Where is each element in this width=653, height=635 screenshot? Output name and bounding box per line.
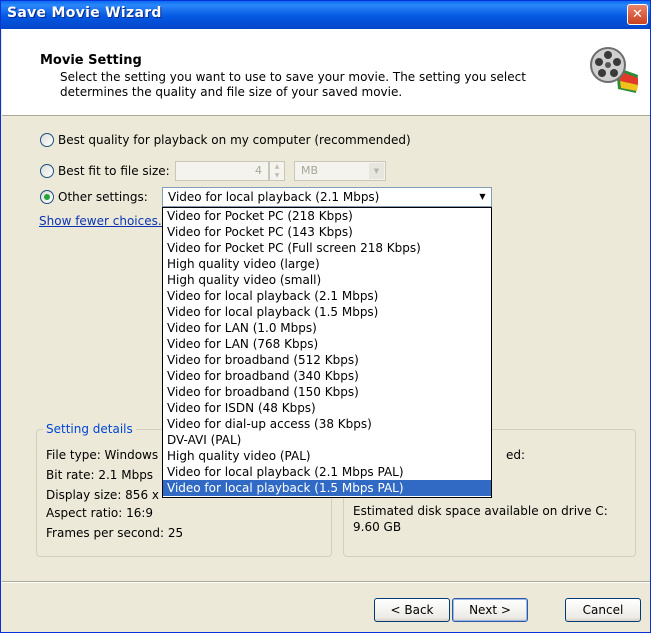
footer-divider (2, 581, 650, 583)
best-quality-label: Best quality for playback on my computer… (58, 133, 411, 147)
show-fewer-choices-link[interactable]: Show fewer choices... (39, 214, 169, 228)
dropdown-option[interactable]: Video for local playback (1.5 Mbps) (163, 304, 491, 320)
page-title: Movie Setting (40, 53, 142, 68)
file-size-unit-value: MB (301, 164, 319, 177)
spin-up-icon[interactable]: ▲ (270, 162, 284, 171)
dropdown-option[interactable]: Video for local playback (2.1 Mbps PAL) (163, 464, 491, 480)
chevron-down-icon[interactable]: ▼ (475, 189, 490, 205)
dropdown-option[interactable]: Video for ISDN (48 Kbps) (163, 400, 491, 416)
chevron-down-icon[interactable]: ▼ (369, 163, 384, 179)
dropdown-option[interactable]: High quality video (large) (163, 256, 491, 272)
dropdown-option[interactable]: Video for Pocket PC (Full screen 218 Kbp… (163, 240, 491, 256)
wizard-header: Movie Setting Select the setting you wan… (2, 29, 650, 116)
spin-down-icon[interactable]: ▼ (270, 171, 284, 180)
file-size-partial-label: ed: (506, 448, 526, 462)
aspect-ratio-text: Aspect ratio: 16:9 (46, 506, 154, 520)
film-reel-icon (590, 47, 638, 93)
dropdown-option[interactable]: Video for LAN (768 Kbps) (163, 336, 491, 352)
dropdown-items: Video for Pocket PC (218 Kbps) Video for … (163, 208, 491, 496)
other-settings-label: Other settings: (58, 190, 148, 204)
window-title: Save Movie Wizard (7, 5, 162, 21)
cancel-button[interactable]: Cancel (565, 598, 641, 622)
next-button[interactable]: Next > (452, 598, 528, 622)
file-size-spinner[interactable]: ▲ ▼ (269, 161, 285, 181)
dropdown-option[interactable]: Video for local playback (1.5 Mbps PAL) (163, 480, 491, 496)
page-description: Select the setting you want to use to sa… (60, 70, 526, 99)
close-button[interactable]: ✕ (627, 4, 648, 25)
dropdown-option[interactable]: Video for dial-up access (38 Kbps) (163, 416, 491, 432)
frames-per-second-text: Frames per second: 25 (46, 526, 184, 540)
file-type-text: File type: Windows (46, 448, 159, 462)
save-movie-wizard-window: Save Movie Wizard ✕ Movie Setting Select… (0, 0, 651, 633)
dropdown-option[interactable]: Video for broadband (512 Kbps) (163, 352, 491, 368)
other-settings-option[interactable]: Other settings: (40, 190, 148, 204)
other-settings-value: Video for local playback (2.1 Mbps) (168, 190, 380, 204)
other-settings-select[interactable]: Video for local playback (2.1 Mbps) ▼ (162, 187, 492, 207)
best-fit-option[interactable]: Best fit to file size: (40, 164, 170, 178)
best-fit-radio[interactable] (40, 164, 54, 178)
dropdown-option[interactable]: High quality video (small) (163, 272, 491, 288)
dropdown-option[interactable]: DV-AVI (PAL) (163, 432, 491, 448)
back-button[interactable]: < Back (374, 598, 450, 622)
dropdown-option[interactable]: High quality video (PAL) (163, 448, 491, 464)
best-fit-label: Best fit to file size: (58, 164, 170, 178)
dropdown-option[interactable]: Video for Pocket PC (218 Kbps) (163, 208, 491, 224)
dropdown-option[interactable]: Video for broadband (150 Kbps) (163, 384, 491, 400)
dropdown-option[interactable]: Video for local playback (2.1 Mbps) (163, 288, 491, 304)
dropdown-option[interactable]: Video for Pocket PC (143 Kbps) (163, 224, 491, 240)
settings-dropdown-list[interactable]: Video for Pocket PC (218 Kbps) Video for … (162, 207, 492, 498)
setting-details-legend: Setting details (43, 422, 136, 436)
title-bar[interactable]: Save Movie Wizard ✕ (1, 1, 650, 29)
best-quality-option[interactable]: Best quality for playback on my computer… (40, 133, 411, 147)
display-size-text: Display size: 856 x (46, 488, 159, 502)
file-size-input[interactable]: 4 (175, 161, 269, 181)
dropdown-option[interactable]: Video for broadband (340 Kbps) (163, 368, 491, 384)
best-quality-radio[interactable] (40, 133, 54, 147)
dropdown-option[interactable]: Video for LAN (1.0 Mbps) (163, 320, 491, 336)
disk-space-value: 9.60 GB (353, 520, 402, 534)
disk-space-label: Estimated disk space available on drive … (353, 504, 608, 518)
file-size-unit-select[interactable]: MB ▼ (294, 161, 386, 181)
other-settings-radio[interactable] (40, 190, 54, 204)
bit-rate-text: Bit rate: 2.1 Mbps (46, 468, 154, 482)
